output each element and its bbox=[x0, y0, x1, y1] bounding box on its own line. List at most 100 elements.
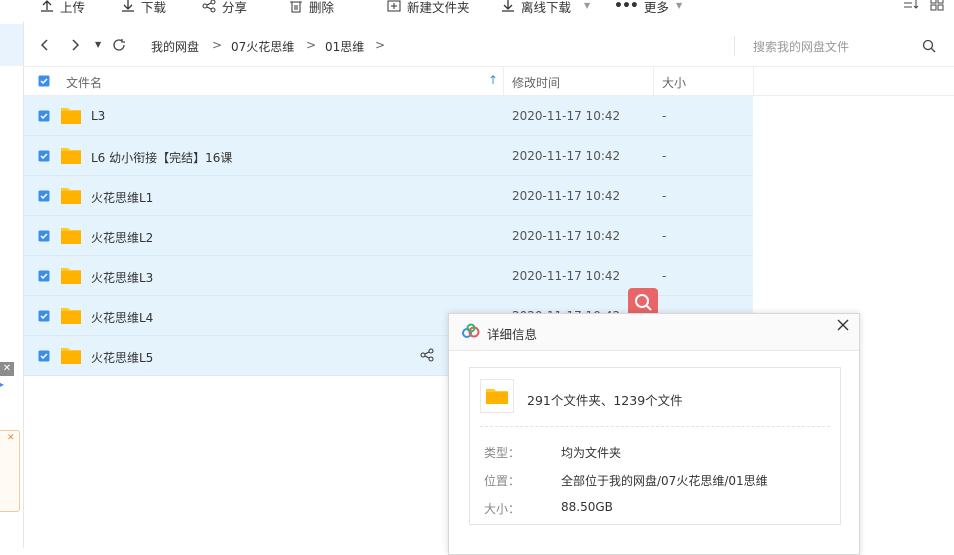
column-divider[interactable] bbox=[653, 67, 654, 96]
download-icon bbox=[122, 0, 134, 12]
left-sidebar-selected-item[interactable] bbox=[0, 24, 24, 66]
offline-download-label: 离线下载 bbox=[521, 0, 572, 15]
file-name[interactable]: 火花思维L5 bbox=[91, 349, 153, 366]
table-row[interactable]: 火花思维L2 2020-11-17 10:42 - bbox=[24, 216, 753, 256]
forward-button[interactable] bbox=[70, 38, 80, 52]
modified-time: 2020-11-17 10:42 bbox=[512, 229, 621, 243]
details-dialog: 详细信息 291个文件夹、1239个文件 类型： 均为文件夹 位置： 全部位于我… bbox=[448, 313, 860, 555]
location-label: 位置： bbox=[484, 474, 521, 488]
delete-label: 删除 bbox=[309, 0, 335, 15]
table-row[interactable]: L6 幼小衔接【完结】16课 2020-11-17 10:42 - bbox=[24, 136, 753, 176]
delete-button[interactable]: 删除 bbox=[289, 0, 334, 16]
breadcrumb-item[interactable]: 07火花思维 bbox=[231, 38, 294, 55]
row-checkbox[interactable] bbox=[38, 270, 50, 282]
more-dots-icon: ••• bbox=[614, 0, 639, 14]
row-checkbox[interactable] bbox=[38, 310, 50, 322]
checkbox-checked-icon bbox=[38, 230, 50, 242]
column-header-name[interactable]: 文件名 bbox=[66, 74, 102, 91]
location-value[interactable]: 全部位于我的网盘/07火花思维/01思维 bbox=[561, 472, 768, 489]
close-icon[interactable]: ✕ bbox=[0, 362, 14, 376]
folder-icon bbox=[61, 227, 81, 244]
file-size: - bbox=[662, 229, 667, 243]
table-row[interactable]: 火花思维L1 2020-11-17 10:42 - bbox=[24, 176, 753, 216]
file-name[interactable]: 火花思维L4 bbox=[91, 309, 153, 326]
file-name[interactable]: L3 bbox=[91, 109, 105, 123]
upload-button[interactable]: 上传 bbox=[40, 0, 85, 16]
folder-icon bbox=[61, 107, 81, 124]
checkbox-checked-icon bbox=[38, 190, 50, 202]
column-divider[interactable] bbox=[503, 67, 504, 96]
new-folder-icon bbox=[387, 0, 401, 12]
table-row[interactable]: L3 2020-11-17 10:42 - bbox=[24, 96, 753, 136]
chevron-right-icon bbox=[72, 39, 80, 51]
tooltip-close-icon[interactable]: ✕ bbox=[7, 433, 15, 443]
grid-view-icon[interactable] bbox=[930, 0, 944, 11]
file-name[interactable]: 火花思维L1 bbox=[91, 189, 153, 206]
row-checkbox[interactable] bbox=[38, 230, 50, 242]
refresh-icon bbox=[113, 39, 125, 51]
modified-time: 2020-11-17 10:42 bbox=[512, 149, 621, 163]
column-header-modified[interactable]: 修改时间 bbox=[512, 74, 560, 91]
folder-icon bbox=[61, 307, 81, 324]
refresh-button[interactable] bbox=[112, 38, 126, 52]
file-name[interactable]: L6 幼小衔接【完结】16课 bbox=[91, 149, 232, 166]
sort-arrow-up-icon[interactable]: ↑ bbox=[488, 73, 498, 87]
type-label: 类型： bbox=[484, 446, 521, 460]
select-all-checkbox[interactable] bbox=[38, 75, 50, 87]
file-size: - bbox=[662, 109, 667, 123]
search-input[interactable]: 搜索我的网盘文件 bbox=[753, 38, 849, 55]
new-folder-label: 新建文件夹 bbox=[407, 0, 470, 15]
share-button[interactable]: 分享 bbox=[202, 0, 247, 16]
folder-icon bbox=[61, 267, 81, 284]
row-checkbox[interactable] bbox=[38, 190, 50, 202]
share-icon bbox=[202, 0, 216, 13]
sort-icon[interactable] bbox=[903, 0, 919, 11]
checkbox-checked-icon bbox=[38, 110, 50, 122]
size-value: 88.50GB bbox=[561, 500, 613, 514]
row-checkbox[interactable] bbox=[38, 150, 50, 162]
modified-time: 2020-11-17 10:42 bbox=[512, 189, 621, 203]
toolbar: 上传 下载 分享 删除 新建文件夹 离线下载 ▼ ••• 更多 ▼ bbox=[0, 0, 954, 22]
checkbox-checked-icon bbox=[38, 150, 50, 162]
column-header-size[interactable]: 大小 bbox=[662, 74, 686, 91]
new-folder-button[interactable]: 新建文件夹 bbox=[387, 0, 470, 16]
row-checkbox[interactable] bbox=[38, 350, 50, 362]
selection-summary: 291个文件夹、1239个文件 bbox=[527, 393, 683, 408]
modified-time: 2020-11-17 10:42 bbox=[512, 269, 621, 283]
folder-icon bbox=[61, 347, 81, 364]
file-name[interactable]: 火花思维L3 bbox=[91, 269, 153, 286]
more-caret-icon[interactable]: ▼ bbox=[676, 1, 682, 10]
column-divider[interactable] bbox=[753, 67, 754, 96]
left-tooltip-fragment: ✕ bbox=[0, 430, 20, 512]
breadcrumb-separator: > bbox=[306, 38, 317, 52]
dialog-close-button[interactable] bbox=[837, 319, 849, 331]
history-dropdown-icon[interactable]: ▼ bbox=[95, 40, 101, 49]
cloud-logo-icon bbox=[461, 323, 481, 339]
dialog-header[interactable]: 详细信息 bbox=[449, 314, 859, 351]
more-button[interactable]: ••• 更多 bbox=[614, 0, 669, 16]
search-icon[interactable] bbox=[922, 39, 936, 53]
dialog-title: 详细信息 bbox=[487, 327, 538, 342]
size-label: 大小： bbox=[484, 502, 521, 516]
file-size: - bbox=[662, 269, 667, 283]
download-button[interactable]: 下载 bbox=[121, 0, 166, 16]
offline-download-button[interactable]: 离线下载 bbox=[501, 0, 571, 16]
upload-icon bbox=[41, 0, 53, 12]
file-name[interactable]: 火花思维L2 bbox=[91, 229, 153, 246]
breadcrumb-item[interactable]: 我的网盘 bbox=[151, 38, 199, 55]
folder-thumbnail bbox=[480, 379, 514, 413]
row-checkbox[interactable] bbox=[38, 110, 50, 122]
breadcrumb-separator: > bbox=[375, 38, 386, 52]
checkbox-checked-icon bbox=[38, 350, 50, 362]
chevron-left-icon bbox=[40, 39, 48, 51]
panel-divider bbox=[480, 426, 830, 427]
row-share-icon[interactable] bbox=[420, 348, 434, 362]
share-label: 分享 bbox=[222, 0, 248, 15]
breadcrumb-item[interactable]: 01思维 bbox=[325, 38, 364, 55]
more-label: 更多 bbox=[643, 0, 669, 15]
search-divider bbox=[734, 36, 735, 56]
back-button[interactable] bbox=[40, 38, 50, 52]
checkbox-checked-icon bbox=[38, 310, 50, 322]
trash-icon bbox=[290, 1, 302, 13]
offline-download-caret-icon[interactable]: ▼ bbox=[584, 1, 590, 10]
